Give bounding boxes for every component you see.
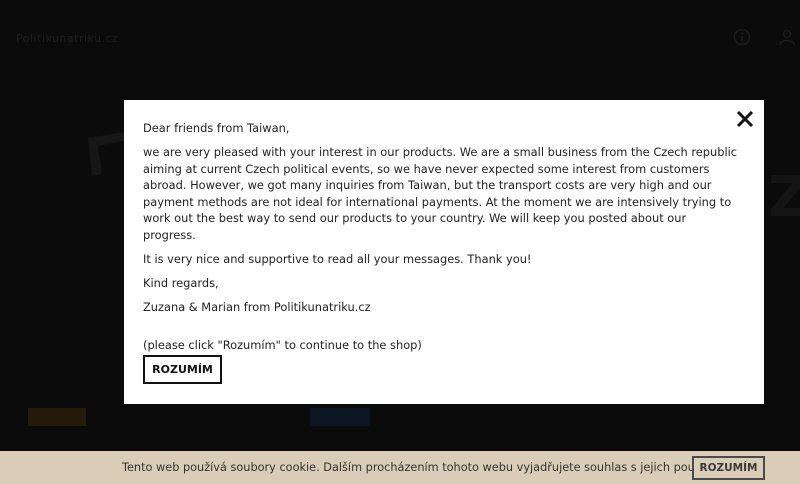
modal-instruction: (please click "Rozumím" to continue to t… <box>143 338 422 352</box>
modal-closing: Kind regards, <box>143 275 219 290</box>
modal-body: Dear friends from Taiwan, we are very pl… <box>143 120 741 361</box>
cookie-bar: Tento web používá soubory cookie. Dalším… <box>0 451 800 484</box>
modal-paragraph-thanks: It is very nice and supportive to read a… <box>143 251 532 266</box>
cookie-accept-button[interactable]: ROZUMÍM <box>692 456 765 480</box>
background-letter: Z <box>768 168 800 228</box>
cookie-text: Tento web používá soubory cookie. Dalším… <box>122 461 692 474</box>
page: Politikunatriku.cz Z Dear friends from T… <box>0 0 800 484</box>
background-badge <box>310 408 370 426</box>
announcement-modal: Dear friends from Taiwan, we are very pl… <box>124 100 764 404</box>
user-icon[interactable] <box>778 28 796 46</box>
site-logo[interactable]: Politikunatriku.cz <box>16 32 166 46</box>
modal-confirm-button[interactable]: ROZUMÍM <box>143 355 222 384</box>
modal-greeting: Dear friends from Taiwan, <box>143 121 290 135</box>
site-header: Politikunatriku.cz <box>0 0 800 80</box>
info-icon[interactable] <box>733 28 751 46</box>
modal-paragraph-main: we are very pleased with your interest i… <box>143 145 738 242</box>
background-badge <box>28 408 86 426</box>
modal-signature: Zuzana & Marian from Politikunatriku.cz <box>143 299 371 314</box>
